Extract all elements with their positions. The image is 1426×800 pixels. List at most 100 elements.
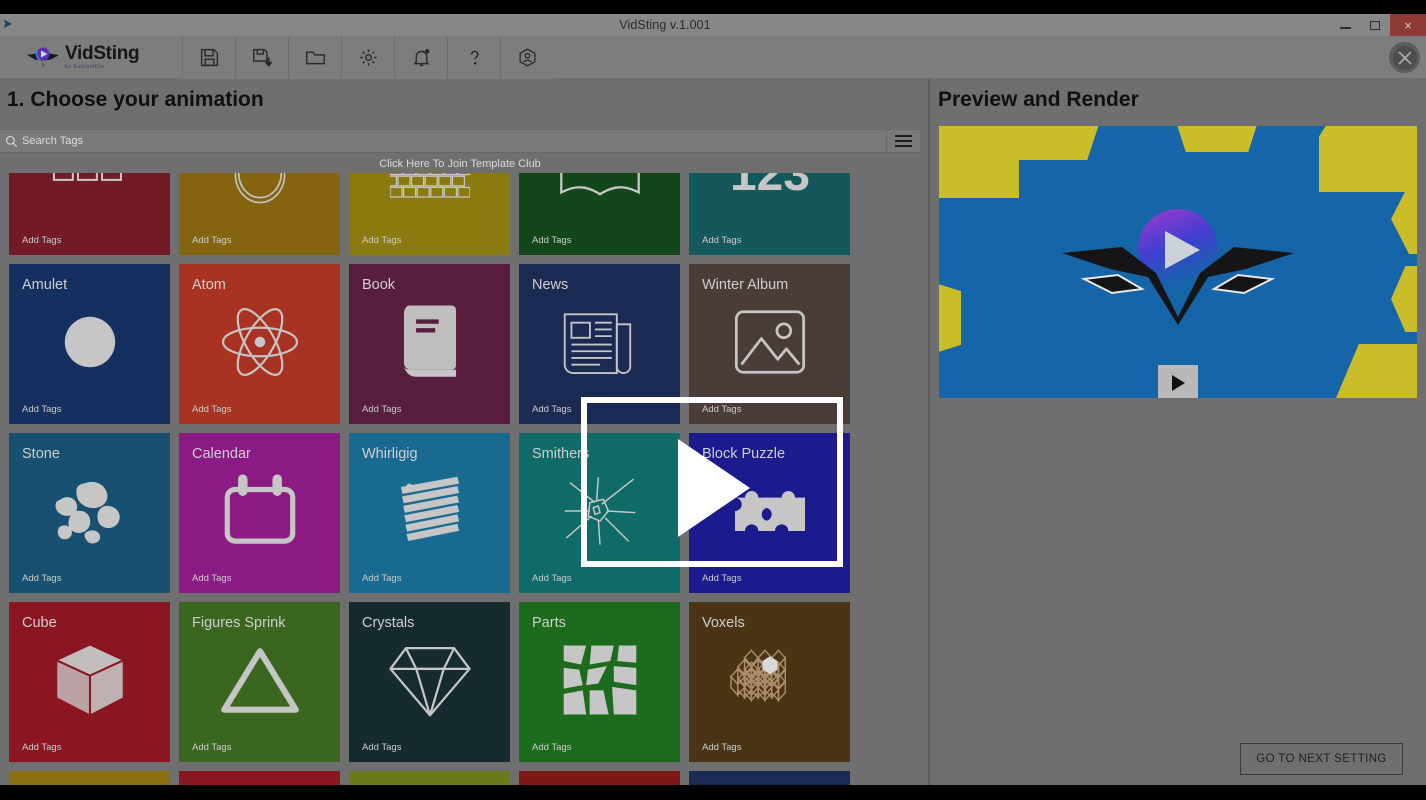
vidsting-logo-icon xyxy=(27,46,59,68)
add-tags-label[interactable]: Add Tags xyxy=(702,573,741,584)
help-button[interactable] xyxy=(447,35,500,79)
add-tags-label[interactable]: Add Tags xyxy=(22,573,61,584)
window-maximize-button[interactable] xyxy=(1360,14,1390,36)
add-tags-label[interactable]: Add Tags xyxy=(702,235,741,246)
book-icon xyxy=(349,290,510,394)
open-folder-button[interactable] xyxy=(288,35,341,79)
bricks-icon xyxy=(349,173,510,225)
template-tile[interactable] xyxy=(349,771,510,785)
template-club-link[interactable]: Click Here To Join Template Club xyxy=(0,155,920,173)
settings-button[interactable] xyxy=(341,35,394,79)
preview-shape xyxy=(1325,344,1417,398)
preview-logo-icon xyxy=(1062,209,1294,325)
play-overlay[interactable] xyxy=(581,397,843,567)
preview-shape xyxy=(1319,126,1417,192)
template-tile[interactable]: Amulet Add Tags xyxy=(9,264,170,424)
add-tags-label[interactable]: Add Tags xyxy=(192,404,231,415)
search-input[interactable] xyxy=(22,135,886,147)
window-close-button[interactable]: × xyxy=(1390,14,1426,36)
vidsting-window: ➤ VidSting v.1.001 × VidSting by Explain… xyxy=(0,0,1426,800)
circle-icon xyxy=(9,290,170,394)
window-minimize-button[interactable] xyxy=(1330,14,1360,36)
newspaper-icon xyxy=(519,290,680,394)
template-tile[interactable]: Stone Add Tags xyxy=(9,433,170,593)
add-tags-label[interactable]: Add Tags xyxy=(362,573,401,584)
template-tile[interactable]: Cube Add Tags xyxy=(9,602,170,762)
template-tile[interactable] xyxy=(689,771,850,785)
add-tags-label[interactable]: Add Tags xyxy=(532,573,571,584)
main-content: 1. Choose your animation Click Here To J… xyxy=(0,79,1426,785)
notifications-button[interactable] xyxy=(394,35,447,79)
atom-icon xyxy=(179,290,340,394)
template-tile[interactable]: 123 Add Tags xyxy=(689,173,850,255)
cube-icon xyxy=(9,628,170,732)
voxels-icon xyxy=(689,628,850,732)
stones-icon xyxy=(9,459,170,563)
template-tile[interactable]: Parts Add Tags xyxy=(519,602,680,762)
go-to-next-setting-button[interactable]: GO TO NEXT SETTING xyxy=(1240,743,1403,775)
preview-shape xyxy=(1171,126,1263,152)
bell-icon xyxy=(413,48,429,66)
add-tags-label[interactable]: Add Tags xyxy=(192,742,231,753)
preview-shape xyxy=(939,126,1019,198)
gear-icon xyxy=(359,48,377,66)
diamond-icon xyxy=(349,628,510,732)
save-as-button[interactable] xyxy=(235,35,288,79)
save-icon xyxy=(200,48,218,66)
add-tags-label[interactable]: Add Tags xyxy=(22,742,61,753)
add-tags-label[interactable]: Add Tags xyxy=(532,235,571,246)
choose-animation-pane: 1. Choose your animation Click Here To J… xyxy=(0,79,928,785)
template-tile[interactable]: Whirligig Add Tags xyxy=(349,433,510,593)
preview-video[interactable] xyxy=(939,126,1417,398)
template-tile[interactable]: Book Add Tags xyxy=(349,264,510,424)
template-tile[interactable]: Figures Sprink Add Tags xyxy=(179,602,340,762)
add-tags-label[interactable]: Add Tags xyxy=(532,742,571,753)
template-tile[interactable] xyxy=(9,771,170,785)
add-tags-label[interactable]: Add Tags xyxy=(702,742,741,753)
template-tile[interactable]: Voxels Add Tags xyxy=(689,602,850,762)
play-icon xyxy=(1171,375,1185,391)
add-tags-label[interactable]: Add Tags xyxy=(192,235,231,246)
template-tile[interactable]: Add Tags xyxy=(179,173,340,255)
add-tags-label[interactable]: Add Tags xyxy=(22,235,61,246)
app-logo-subtext: by ExplainDio xyxy=(65,63,105,70)
window-title: VidSting v.1.001 xyxy=(619,18,711,32)
account-button[interactable] xyxy=(500,35,553,79)
window-controls: × xyxy=(1330,14,1426,36)
save-as-icon xyxy=(252,48,272,67)
add-tags-label[interactable]: Add Tags xyxy=(362,235,401,246)
whirligig-icon xyxy=(349,459,510,563)
add-tags-label[interactable]: Add Tags xyxy=(362,742,401,753)
menu-button[interactable] xyxy=(886,129,920,153)
template-tile[interactable]: Crystals Add Tags xyxy=(349,602,510,762)
preview-shape xyxy=(1391,184,1417,254)
app-close-button[interactable] xyxy=(1389,42,1420,73)
save-button[interactable] xyxy=(182,35,235,79)
app-logo-text: VidSting xyxy=(65,42,140,64)
close-icon xyxy=(1392,45,1417,70)
search-bar xyxy=(0,129,920,153)
add-tags-label[interactable]: Add Tags xyxy=(192,573,231,584)
folder-open-icon xyxy=(305,51,325,64)
preview-render-pane: Preview and Render GO TO NEXT SETTING xyxy=(930,79,1426,785)
window-title-bar: ➤ VidSting v.1.001 × xyxy=(0,14,1426,36)
add-tags-label[interactable]: Add Tags xyxy=(532,404,571,415)
calendar-icon xyxy=(179,459,340,563)
numbers-123-icon: 123 xyxy=(689,173,850,225)
preview-play-button[interactable] xyxy=(1158,365,1198,398)
template-tile[interactable]: Add Tags xyxy=(349,173,510,255)
app-toolbar: VidSting by ExplainDio xyxy=(0,35,1426,79)
template-tile[interactable]: Add Tags xyxy=(519,173,680,255)
template-tile[interactable] xyxy=(179,771,340,785)
template-tile[interactable]: Calendar Add Tags xyxy=(179,433,340,593)
add-tags-label[interactable]: Add Tags xyxy=(362,404,401,415)
page-title: 1. Choose your animation xyxy=(7,88,264,111)
template-tile[interactable]: Atom Add Tags xyxy=(179,264,340,424)
search-icon xyxy=(0,135,22,148)
template-tile[interactable] xyxy=(519,771,680,785)
help-icon xyxy=(470,50,479,65)
add-tags-label[interactable]: Add Tags xyxy=(22,404,61,415)
window-system-icon: ➤ xyxy=(2,16,13,31)
preview-title: Preview and Render xyxy=(938,88,1139,111)
template-tile[interactable]: Add Tags xyxy=(9,173,170,255)
